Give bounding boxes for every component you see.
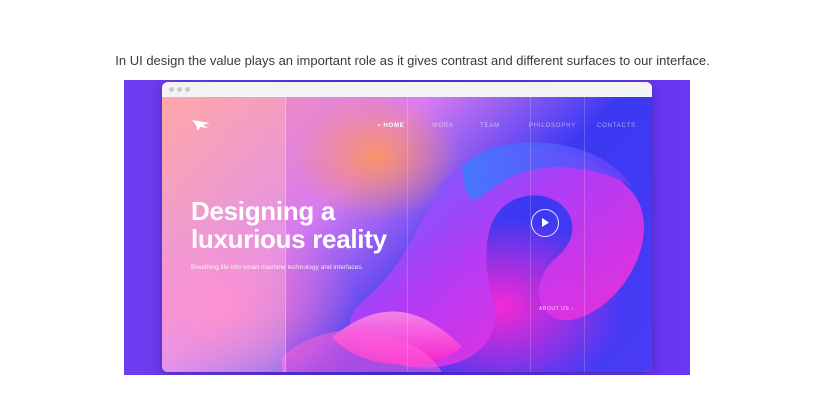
grid-line (407, 97, 408, 372)
play-button[interactable] (531, 209, 559, 237)
nav-philosophy[interactable]: PHILOSOPHY (529, 123, 576, 129)
headline-line-1: Designing a (191, 196, 336, 226)
nav-home[interactable]: • HOME (378, 123, 405, 129)
window-dot-icon (185, 87, 190, 92)
window-dot-icon (169, 87, 174, 92)
website-hero: • HOME WORK TEAM PHILOSOPHY CONTACTS Des… (162, 97, 652, 372)
headline-line-2: luxurious reality (191, 224, 387, 254)
caption-text: In UI design the value plays an importan… (115, 53, 710, 68)
browser-window-mockup: • HOME WORK TEAM PHILOSOPHY CONTACTS Des… (162, 82, 652, 372)
grid-line (530, 97, 531, 372)
nav-contacts[interactable]: CONTACTS (597, 123, 636, 129)
grid-line (584, 97, 585, 372)
hero-subtitle: Breathing life into smart machine techno… (191, 264, 364, 271)
nav-work[interactable]: WORK (432, 123, 454, 129)
play-icon (542, 218, 549, 227)
hero-headline: Designing a luxurious reality (191, 197, 387, 253)
browser-chrome-bar (162, 82, 652, 98)
nav-team[interactable]: TEAM (480, 123, 500, 129)
hero-image: • HOME WORK TEAM PHILOSOPHY CONTACTS Des… (124, 80, 690, 375)
window-dot-icon (177, 87, 182, 92)
site-nav: • HOME WORK TEAM PHILOSOPHY CONTACTS (162, 123, 652, 133)
about-us-link[interactable]: ABOUT US › (539, 306, 574, 312)
